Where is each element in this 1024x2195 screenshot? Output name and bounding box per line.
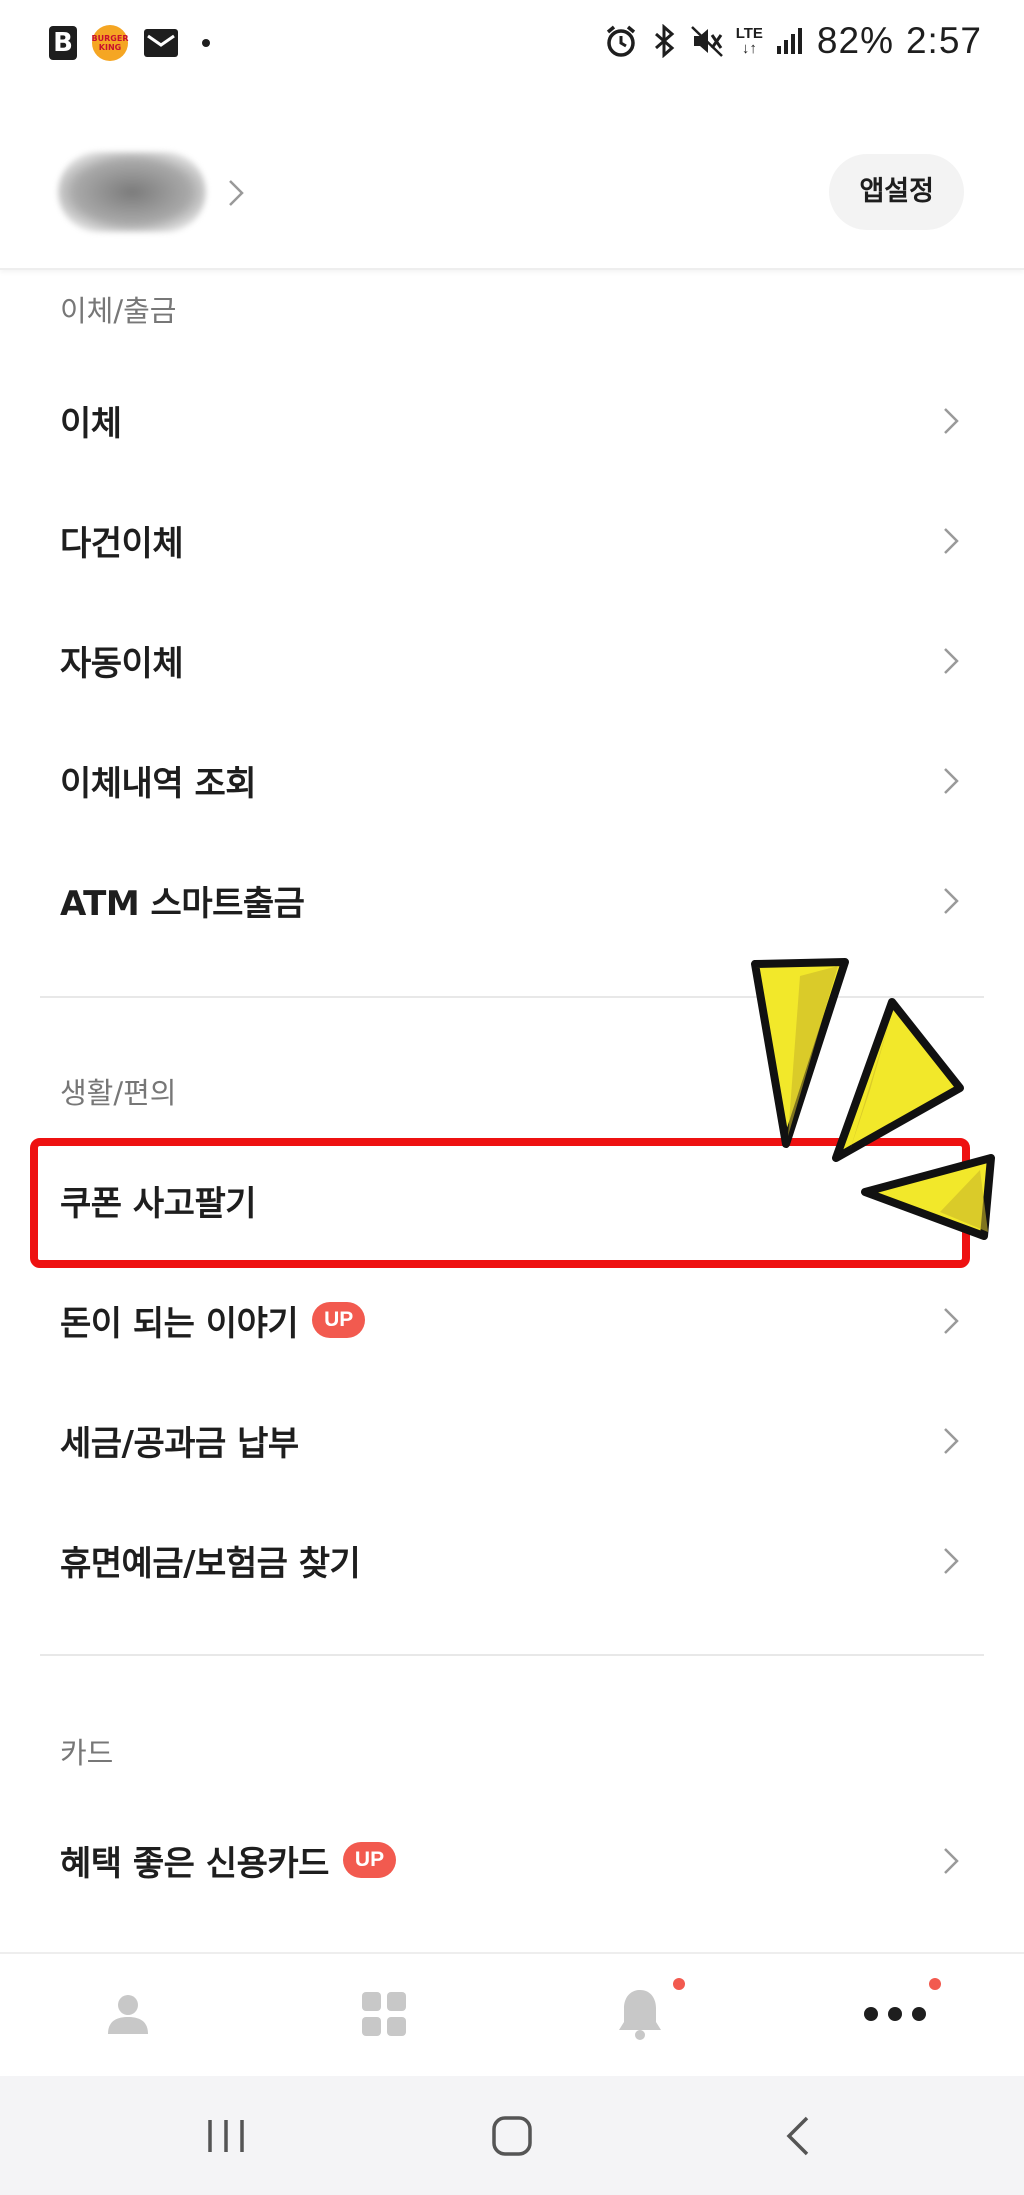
menu-item-money-stories[interactable]: 돈이 되는 이야기 UP	[0, 1270, 1024, 1370]
nav-more-icon[interactable]	[855, 1974, 935, 2054]
menu-item-label: 자동이체	[60, 643, 184, 684]
recent-apps-icon[interactable]	[186, 2098, 266, 2174]
chevron-right-icon	[944, 648, 959, 674]
chevron-right-icon	[944, 1428, 959, 1454]
menu-item-transfer-history[interactable]: 이체내역 조회	[0, 730, 1024, 830]
more-notification-dot	[929, 1978, 941, 1990]
menu-item-multi-transfer[interactable]: 다건이체	[0, 490, 1024, 590]
chevron-right-icon[interactable]	[226, 178, 246, 212]
section-label-transfer: 이체/출금	[60, 294, 177, 328]
chevron-right-icon	[944, 528, 959, 554]
nav-bell-icon[interactable]	[600, 1974, 680, 2054]
nav-grid-icon[interactable]	[344, 1974, 424, 2054]
menu-item-atm-smart-withdrawal[interactable]: ATM 스마트출금	[0, 850, 1024, 950]
menu-item-auto-transfer[interactable]: 자동이체	[0, 610, 1024, 710]
section-label-lifestyle: 생활/편의	[60, 1076, 177, 1110]
sparkle-annotation-icon	[751, 958, 995, 1240]
bottom-navigation	[0, 1952, 1024, 2076]
menu-item-label: 다건이체	[60, 523, 184, 564]
menu-item-label: 혜택 좋은 신용카드	[60, 1843, 329, 1884]
mute-icon	[690, 24, 724, 58]
chevron-right-icon	[944, 1548, 959, 1574]
chevron-right-icon	[944, 888, 959, 914]
up-badge: UP	[312, 1302, 366, 1338]
signal-icon	[775, 26, 805, 56]
app-settings-button[interactable]: 앱설정	[829, 154, 964, 230]
chevron-right-icon	[944, 1848, 959, 1874]
section-divider	[40, 1654, 984, 1656]
blurred-profile-name[interactable]	[58, 152, 206, 232]
b-app-icon: B	[48, 24, 78, 62]
menu-header: 앱설정	[0, 90, 1024, 270]
alarm-icon	[604, 24, 638, 58]
menu-item-label: 돈이 되는 이야기	[60, 1303, 299, 1344]
burger-king-icon: BURGER KING	[92, 25, 128, 61]
battery-level: 82%	[816, 20, 894, 61]
up-badge: UP	[342, 1842, 397, 1878]
menu-item-label: 이체	[60, 403, 122, 444]
section-label-card: 카드	[60, 1736, 114, 1770]
menu-item-label: ATM 스마트출금	[60, 883, 305, 924]
bell-notification-dot	[673, 1978, 685, 1990]
menu-item-label: 세금/공과금 납부	[60, 1423, 299, 1464]
chevron-right-icon	[944, 768, 959, 794]
system-navigation-bar	[0, 2076, 1024, 2195]
chevron-right-icon	[944, 408, 959, 434]
menu-item-label: 휴면예금/보험금 찾기	[60, 1543, 361, 1584]
lte-icon: LTE ↓↑	[735, 25, 763, 57]
chevron-right-icon	[944, 1308, 959, 1334]
clock: 2:57	[905, 20, 982, 61]
more-notifications-dot	[202, 39, 210, 47]
menu-item-label: 이체내역 조회	[60, 763, 257, 804]
nav-person-icon[interactable]	[88, 1974, 168, 2054]
back-icon[interactable]	[758, 2098, 838, 2174]
menu-item-credit-card[interactable]: 혜택 좋은 신용카드 UP	[0, 1810, 1024, 1910]
bluetooth-icon	[650, 24, 678, 58]
menu-item-transfer[interactable]: 이체	[0, 370, 1024, 470]
menu-item-tax-payment[interactable]: 세금/공과금 납부	[0, 1390, 1024, 1490]
home-icon[interactable]	[472, 2098, 552, 2174]
menu-item-dormant-deposit[interactable]: 휴면예금/보험금 찾기	[0, 1510, 1024, 1610]
status-bar: B BURGER KING LTE ↓↑ 82% 2:57	[0, 0, 1024, 90]
mail-icon	[142, 27, 180, 59]
